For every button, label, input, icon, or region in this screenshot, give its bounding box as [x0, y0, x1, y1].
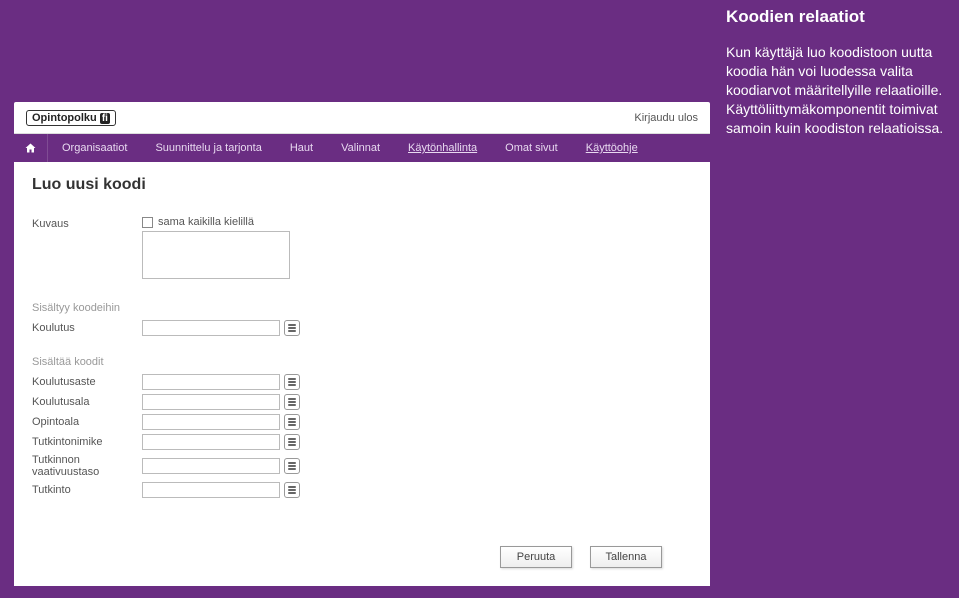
input-koulutusala[interactable]: [142, 394, 280, 410]
list-icon[interactable]: [284, 374, 300, 390]
page-title: Luo uusi koodi: [32, 176, 692, 194]
section-contains: Sisältää koodit: [32, 356, 692, 368]
input-koulutus[interactable]: [142, 320, 280, 336]
row-tutkinto: Tutkinto: [32, 482, 692, 498]
button-row: Peruuta Tallenna: [32, 546, 692, 568]
input-tutkinto[interactable]: [142, 482, 280, 498]
nav-organisaatiot[interactable]: Organisaatiot: [48, 134, 141, 162]
logo[interactable]: Opintopolku fi: [26, 110, 116, 126]
same-lang-checkbox[interactable]: [142, 217, 153, 228]
label-tutkintonimike: Tutkintonimike: [32, 436, 142, 448]
input-koulutusaste[interactable]: [142, 374, 280, 390]
list-icon[interactable]: [284, 458, 300, 474]
label-koulutusaste: Koulutusaste: [32, 376, 142, 388]
nav-kaytonhallinta[interactable]: Käytönhallinta: [394, 134, 491, 162]
list-icon[interactable]: [284, 394, 300, 410]
content-area: Luo uusi koodi Kuvaus sama kaikilla kiel…: [14, 162, 710, 586]
list-icon[interactable]: [284, 434, 300, 450]
label-koulutus: Koulutus: [32, 322, 142, 334]
row-tutkintonimike: Tutkintonimike: [32, 434, 692, 450]
list-icon[interactable]: [284, 414, 300, 430]
logout-link[interactable]: Kirjaudu ulos: [634, 112, 698, 124]
home-icon[interactable]: [14, 134, 48, 162]
list-icon[interactable]: [284, 482, 300, 498]
list-icon[interactable]: [284, 320, 300, 336]
app-window: Opintopolku fi Kirjaudu ulos Organisaati…: [14, 102, 710, 586]
label-koulutusala: Koulutusala: [32, 396, 142, 408]
input-tutkinnon-vaativuustaso[interactable]: [142, 458, 280, 474]
nav-valinnat[interactable]: Valinnat: [327, 134, 394, 162]
row-opintoala: Opintoala: [32, 414, 692, 430]
input-tutkintonimike[interactable]: [142, 434, 280, 450]
cancel-button[interactable]: Peruuta: [500, 546, 572, 568]
row-koulutusala: Koulutusala: [32, 394, 692, 410]
save-button[interactable]: Tallenna: [590, 546, 662, 568]
annotation-title: Koodien relaatiot: [726, 6, 951, 29]
nav-haut[interactable]: Haut: [276, 134, 327, 162]
main-nav: Organisaatiot Suunnittelu ja tarjonta Ha…: [14, 134, 710, 162]
row-koulutusaste: Koulutusaste: [32, 374, 692, 390]
description-row: Kuvaus sama kaikilla kielillä: [32, 216, 692, 282]
nav-omat-sivut[interactable]: Omat sivut: [491, 134, 572, 162]
nav-kayttoohje[interactable]: Käyttöohje: [572, 134, 652, 162]
row-koulutus: Koulutus: [32, 320, 692, 336]
row-tutkinnon-vaativuustaso: Tutkinnon vaativuustaso: [32, 454, 692, 478]
annotation-panel: Koodien relaatiot Kun käyttäjä luo koodi…: [726, 6, 951, 137]
description-textarea[interactable]: [142, 231, 290, 279]
logo-suffix: fi: [100, 113, 110, 124]
section-contained-in: Sisältyy koodeihin: [32, 302, 692, 314]
description-label: Kuvaus: [32, 216, 142, 230]
input-opintoala[interactable]: [142, 414, 280, 430]
nav-suunnittelu[interactable]: Suunnittelu ja tarjonta: [141, 134, 275, 162]
label-tutkinto: Tutkinto: [32, 484, 142, 496]
label-opintoala: Opintoala: [32, 416, 142, 428]
logo-name: Opintopolku: [32, 112, 97, 124]
annotation-body: Kun käyttäjä luo koodistoon uutta koodia…: [726, 43, 951, 137]
same-lang-label: sama kaikilla kielillä: [158, 216, 254, 228]
topbar: Opintopolku fi Kirjaudu ulos: [14, 102, 710, 134]
label-tutkinnon-vaativuustaso: Tutkinnon vaativuustaso: [32, 454, 142, 478]
